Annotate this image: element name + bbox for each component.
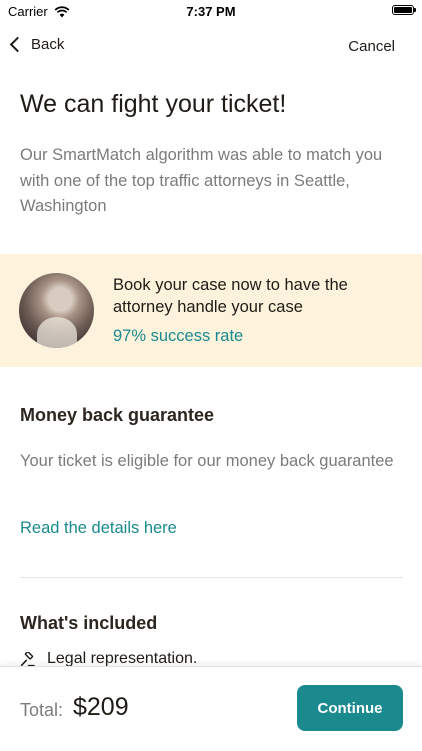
book-case-text: Book your case now to have the attorney … [113, 276, 348, 316]
back-label: Back [31, 36, 65, 53]
guarantee-text: Your ticket is eligible for our money ba… [20, 452, 394, 470]
total-value: $209 [73, 693, 129, 721]
chevron-left-icon [9, 36, 26, 53]
success-rate: 97% success rate [113, 327, 244, 345]
continue-button[interactable]: Continue [297, 685, 403, 731]
status-bar: Carrier 7:37 PM [0, 0, 422, 24]
back-button[interactable]: Back [8, 36, 64, 53]
nav-bar: Back Cancel [0, 30, 422, 64]
read-details-link[interactable]: Read the details here [20, 519, 177, 538]
page-title: We can fight your ticket! [20, 90, 287, 118]
guarantee-title: Money back guarantee [20, 405, 215, 425]
battery-icon [392, 5, 416, 15]
status-time: 7:37 PM [186, 4, 236, 19]
gavel-icon [20, 651, 35, 666]
total-label: Total: [20, 700, 64, 720]
included-title: What's included [20, 613, 158, 633]
attorney-card: Book your case now to have the attorney … [0, 254, 422, 367]
divider [20, 577, 403, 578]
footer-bar: Total: $209 Continue [0, 666, 422, 751]
attorney-avatar [19, 273, 94, 348]
cancel-button[interactable]: Cancel [348, 38, 395, 55]
intro-text: Our SmartMatch algorithm was able to mat… [20, 146, 383, 215]
